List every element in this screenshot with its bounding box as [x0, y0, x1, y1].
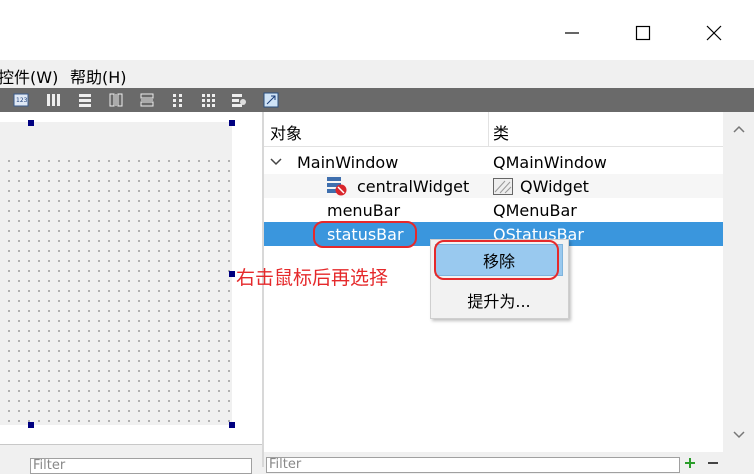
menu-widgets[interactable]: 控件(W) [0, 64, 58, 88]
tree-row-menubar[interactable]: menuBar QMenuBar [264, 198, 723, 222]
adjust-size-icon[interactable] [263, 92, 279, 108]
annotation-oval-remove [434, 240, 559, 280]
layout-form-icon[interactable] [170, 92, 186, 108]
chevron-down-icon[interactable] [270, 157, 282, 167]
class-name: QMainWindow [493, 153, 607, 172]
form-menubar-area [0, 122, 232, 152]
annotation-oval-statusbar [313, 221, 417, 248]
class-name: QMenuBar [493, 201, 577, 220]
close-button[interactable] [699, 18, 729, 48]
maximize-icon [635, 25, 651, 41]
object-name: menuBar [327, 201, 401, 220]
menu-help[interactable]: 帮助(H) [70, 64, 127, 88]
resize-handle[interactable] [229, 271, 235, 277]
edit-tab-order-icon[interactable]: 123 [13, 92, 29, 108]
form-toolbar: 123 [0, 88, 754, 112]
svg-text:123: 123 [16, 97, 28, 104]
resize-handle[interactable] [28, 120, 34, 126]
minimize-button[interactable] [557, 18, 587, 48]
minimize-icon [565, 32, 579, 34]
widget-icon [493, 178, 513, 195]
scroll-down-icon[interactable] [733, 430, 745, 440]
window-titlebar [0, 0, 754, 61]
column-header-class[interactable]: 类 [493, 120, 509, 144]
annotation-text: 右击鼠标后再选择 [236, 267, 389, 289]
layout-broken-icon [327, 177, 347, 196]
layout-grid-icon[interactable] [201, 92, 217, 108]
resize-handle[interactable] [28, 422, 34, 428]
inspector-header: 对象 类 [264, 112, 723, 147]
tree-row-centralwidget[interactable]: centralWidget QWidget [264, 174, 723, 198]
class-name: QWidget [520, 177, 589, 196]
filter-input-right[interactable]: Filter [266, 457, 680, 473]
layout-v-splitter-icon[interactable] [139, 92, 155, 108]
menubar: 控件(W) 帮助(H) [0, 60, 754, 88]
filter-input-left[interactable]: Filter [30, 458, 252, 474]
maximize-button[interactable] [628, 18, 658, 48]
object-name: centralWidget [357, 177, 470, 196]
column-header-object[interactable]: 对象 [270, 120, 302, 144]
scroll-up-icon[interactable] [733, 124, 745, 134]
resize-handle[interactable] [229, 422, 235, 428]
layout-vertical-icon[interactable] [77, 92, 93, 108]
column-divider[interactable] [488, 112, 489, 146]
resize-handle[interactable] [229, 120, 235, 126]
layout-horizontal-icon[interactable] [45, 92, 61, 108]
close-icon [706, 25, 722, 41]
layout-h-splitter-icon[interactable] [108, 92, 124, 108]
menu-item-promote[interactable]: 提升为... [435, 284, 563, 316]
inspector-scrollbar[interactable] [723, 112, 754, 452]
form-designer-canvas[interactable] [0, 112, 262, 467]
main-window-form[interactable] [0, 122, 232, 425]
tree-row-mainwindow[interactable]: MainWindow QMainWindow [264, 150, 723, 174]
break-layout-icon[interactable] [231, 92, 247, 108]
object-name: MainWindow [297, 153, 399, 172]
